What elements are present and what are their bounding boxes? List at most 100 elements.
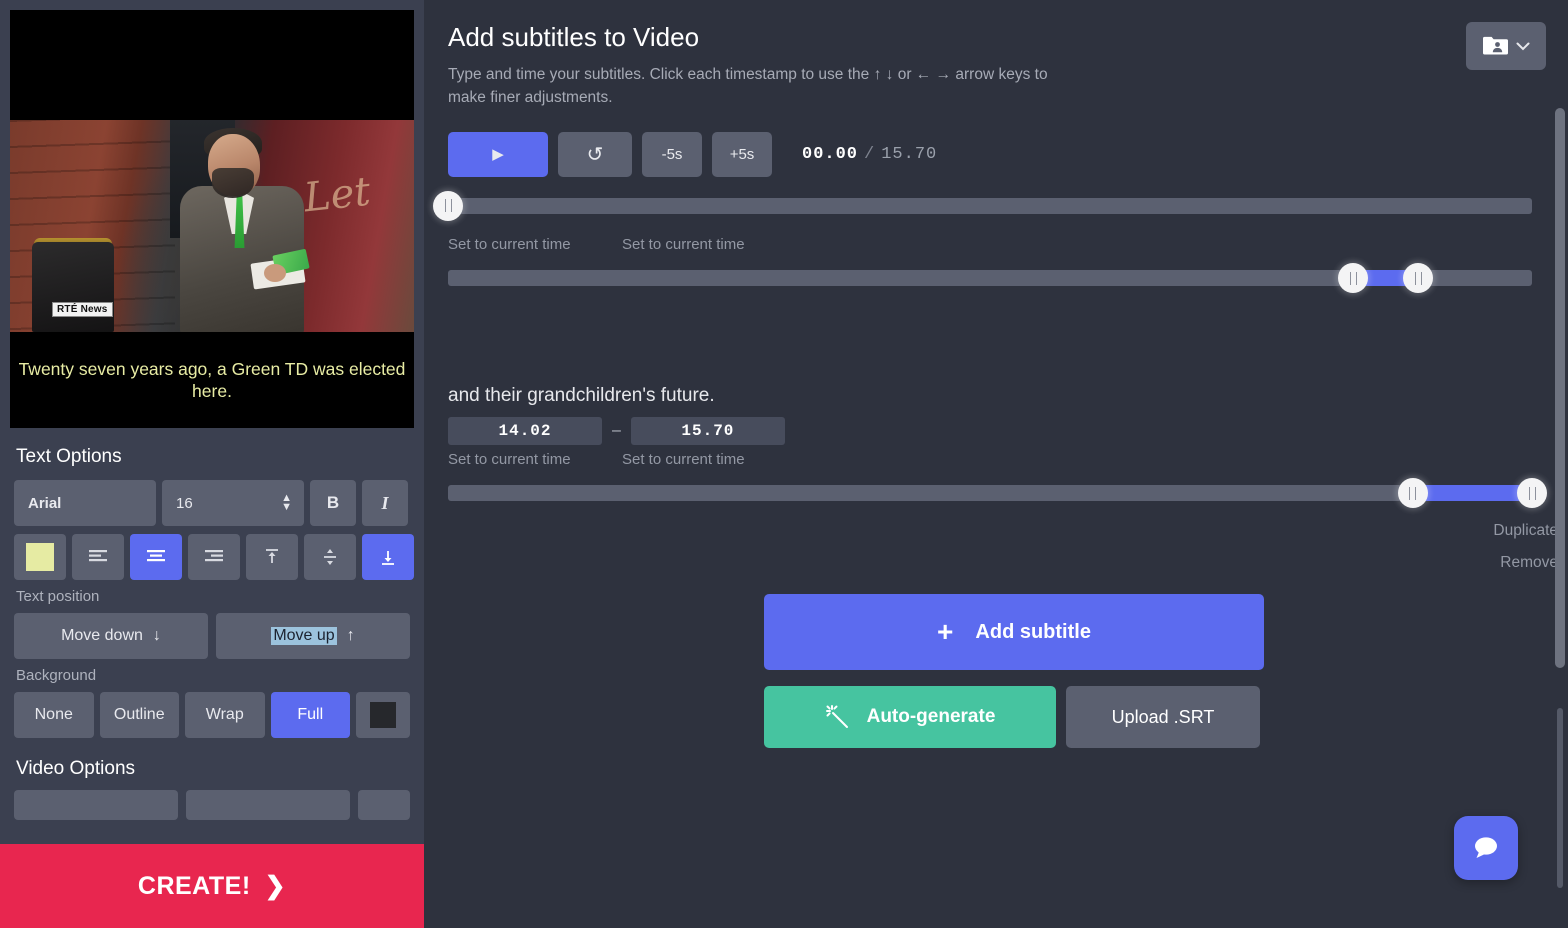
align-left-icon bbox=[89, 550, 107, 562]
subtitle-overlay-text: Twenty seven years ago, a Green TD was e… bbox=[10, 332, 414, 428]
text-color-button[interactable] bbox=[14, 534, 66, 580]
remove-link[interactable]: Remove bbox=[1438, 547, 1558, 579]
video-option-control-2[interactable] bbox=[186, 790, 350, 820]
scrollbar-thumb[interactable] bbox=[1555, 108, 1565, 668]
valign-middle-icon bbox=[324, 549, 336, 565]
app-root: Let RTÉ News Twenty seven years ago, a G… bbox=[0, 0, 1568, 928]
subtitle-range-slider[interactable] bbox=[448, 478, 1547, 508]
subtitle-row: – Set to current time Set to current tim… bbox=[448, 222, 1558, 293]
restart-icon: ↺ bbox=[586, 143, 604, 166]
align-center-button[interactable] bbox=[130, 534, 182, 580]
video-frame-image: Let RTÉ News bbox=[10, 120, 414, 332]
chat-bubble-icon bbox=[1475, 837, 1497, 858]
stepper-arrows-icon[interactable]: ▲ ▼ bbox=[281, 492, 292, 513]
scrollbar-thumb-secondary[interactable] bbox=[1557, 708, 1563, 888]
chevron-down-icon bbox=[1516, 42, 1530, 51]
seek-bar[interactable] bbox=[433, 190, 1532, 221]
set-start-to-current-link[interactable]: Set to current time bbox=[448, 236, 602, 253]
set-end-to-current-link[interactable]: Set to current time bbox=[622, 451, 776, 468]
range-end-handle[interactable] bbox=[1403, 263, 1434, 293]
align-center-icon bbox=[147, 550, 165, 562]
time-dash: – bbox=[612, 422, 621, 439]
set-start-to-current-link[interactable]: Set to current time bbox=[448, 451, 602, 468]
subtitle-list: – Set to current time Set to current tim… bbox=[448, 222, 1558, 782]
align-right-button[interactable] bbox=[188, 534, 240, 580]
generate-upload-row: Auto-generate Upload .SRT bbox=[764, 686, 1284, 748]
player-controls: ▶ ↺ -5s +5s 00.00/15.70 bbox=[448, 131, 1568, 177]
play-icon: ▶ bbox=[492, 146, 504, 163]
italic-button[interactable]: I bbox=[362, 480, 408, 526]
background-color-button[interactable] bbox=[356, 692, 410, 738]
broadcaster-watermark: RTÉ News bbox=[52, 302, 113, 317]
timecode-separator: / bbox=[864, 144, 876, 164]
move-down-label: Move down bbox=[61, 627, 143, 644]
align-left-button[interactable] bbox=[72, 534, 124, 580]
background-none-button[interactable]: None bbox=[14, 692, 94, 738]
grip-icon bbox=[1414, 271, 1422, 285]
set-time-row: Set to current time Set to current time bbox=[448, 236, 1558, 253]
font-size-value: 16 bbox=[176, 494, 193, 512]
current-time: 00.00 bbox=[802, 144, 859, 164]
background-options-row: None Outline Wrap Full bbox=[0, 692, 424, 738]
valign-bottom-button[interactable] bbox=[362, 534, 414, 580]
range-fill bbox=[1412, 485, 1532, 501]
grip-icon bbox=[444, 199, 452, 212]
end-time-field[interactable]: 15.70 bbox=[630, 417, 785, 445]
valign-top-button[interactable] bbox=[246, 534, 298, 580]
rewind-5s-button[interactable]: -5s bbox=[642, 131, 702, 177]
project-folder-button[interactable] bbox=[1466, 22, 1546, 70]
create-button[interactable]: CREATE! ❯ bbox=[0, 844, 424, 928]
restart-button[interactable]: ↺ bbox=[558, 131, 632, 177]
subtitle-row: and their grandchildren's future. 14.02 … bbox=[448, 385, 1558, 571]
font-family-select[interactable]: Arial bbox=[14, 480, 156, 526]
letterbox-top bbox=[10, 10, 414, 120]
create-button-label: CREATE! bbox=[137, 871, 251, 900]
let-sign-text: Let bbox=[301, 168, 373, 222]
subtitle-editor-panel: Add subtitles to Video Type and time you… bbox=[424, 0, 1568, 928]
seek-handle[interactable] bbox=[433, 190, 463, 221]
chat-widget-button[interactable] bbox=[1454, 816, 1518, 880]
grip-icon bbox=[1528, 486, 1536, 500]
background-outline-button[interactable]: Outline bbox=[99, 692, 179, 738]
add-subtitle-button[interactable]: + Add subtitle bbox=[764, 594, 1264, 670]
video-option-control-3[interactable] bbox=[358, 790, 410, 820]
range-start-handle[interactable] bbox=[1397, 478, 1428, 508]
background-color-swatch-icon bbox=[370, 702, 396, 728]
forward-5s-button[interactable]: +5s bbox=[712, 131, 772, 177]
page-scrollbar[interactable] bbox=[1555, 108, 1565, 888]
text-position-row: Move down ↓ Move up ↑ bbox=[0, 613, 424, 659]
auto-generate-label: Auto-generate bbox=[866, 706, 996, 727]
range-end-handle[interactable] bbox=[1517, 478, 1547, 508]
move-up-label: Move up bbox=[271, 627, 337, 645]
seek-track[interactable] bbox=[448, 197, 1532, 214]
bold-button[interactable]: B bbox=[310, 480, 356, 526]
video-preview[interactable]: Let RTÉ News Twenty seven years ago, a G… bbox=[10, 10, 414, 428]
grip-icon bbox=[1349, 271, 1357, 285]
magic-wand-icon bbox=[825, 705, 848, 728]
video-option-control-1[interactable] bbox=[14, 790, 178, 820]
subtitle-text[interactable]: and their grandchildren's future. bbox=[448, 385, 1558, 407]
set-end-to-current-link[interactable]: Set to current time bbox=[622, 236, 776, 253]
text-position-label: Text position bbox=[16, 588, 100, 605]
play-button[interactable]: ▶ bbox=[448, 131, 548, 177]
subtitle-range-slider[interactable] bbox=[448, 263, 1532, 293]
font-size-select[interactable]: 16 ▲ ▼ bbox=[162, 480, 304, 526]
add-subtitle-label: Add subtitle bbox=[975, 620, 1091, 643]
time-row: 14.02 – 15.70 bbox=[448, 417, 1558, 445]
background-full-button[interactable]: Full bbox=[270, 692, 350, 738]
range-start-handle[interactable] bbox=[1338, 263, 1369, 293]
align-right-icon bbox=[205, 550, 223, 562]
range-track[interactable] bbox=[448, 485, 1532, 501]
left-options-panel: Let RTÉ News Twenty seven years ago, a G… bbox=[0, 0, 424, 928]
valign-middle-button[interactable] bbox=[304, 534, 356, 580]
move-down-button[interactable]: Move down ↓ bbox=[14, 613, 208, 659]
background-wrap-button[interactable]: Wrap bbox=[185, 692, 265, 738]
alignment-controls-row bbox=[0, 534, 424, 580]
move-up-button[interactable]: Move up ↑ bbox=[216, 613, 410, 659]
duplicate-link[interactable]: Duplicate bbox=[1438, 515, 1558, 547]
start-time-field[interactable]: 14.02 bbox=[448, 417, 602, 445]
auto-generate-button[interactable]: Auto-generate bbox=[764, 686, 1056, 748]
plus-icon: + bbox=[937, 616, 954, 647]
color-swatch-icon bbox=[26, 543, 54, 571]
upload-srt-button[interactable]: Upload .SRT bbox=[1066, 686, 1260, 748]
